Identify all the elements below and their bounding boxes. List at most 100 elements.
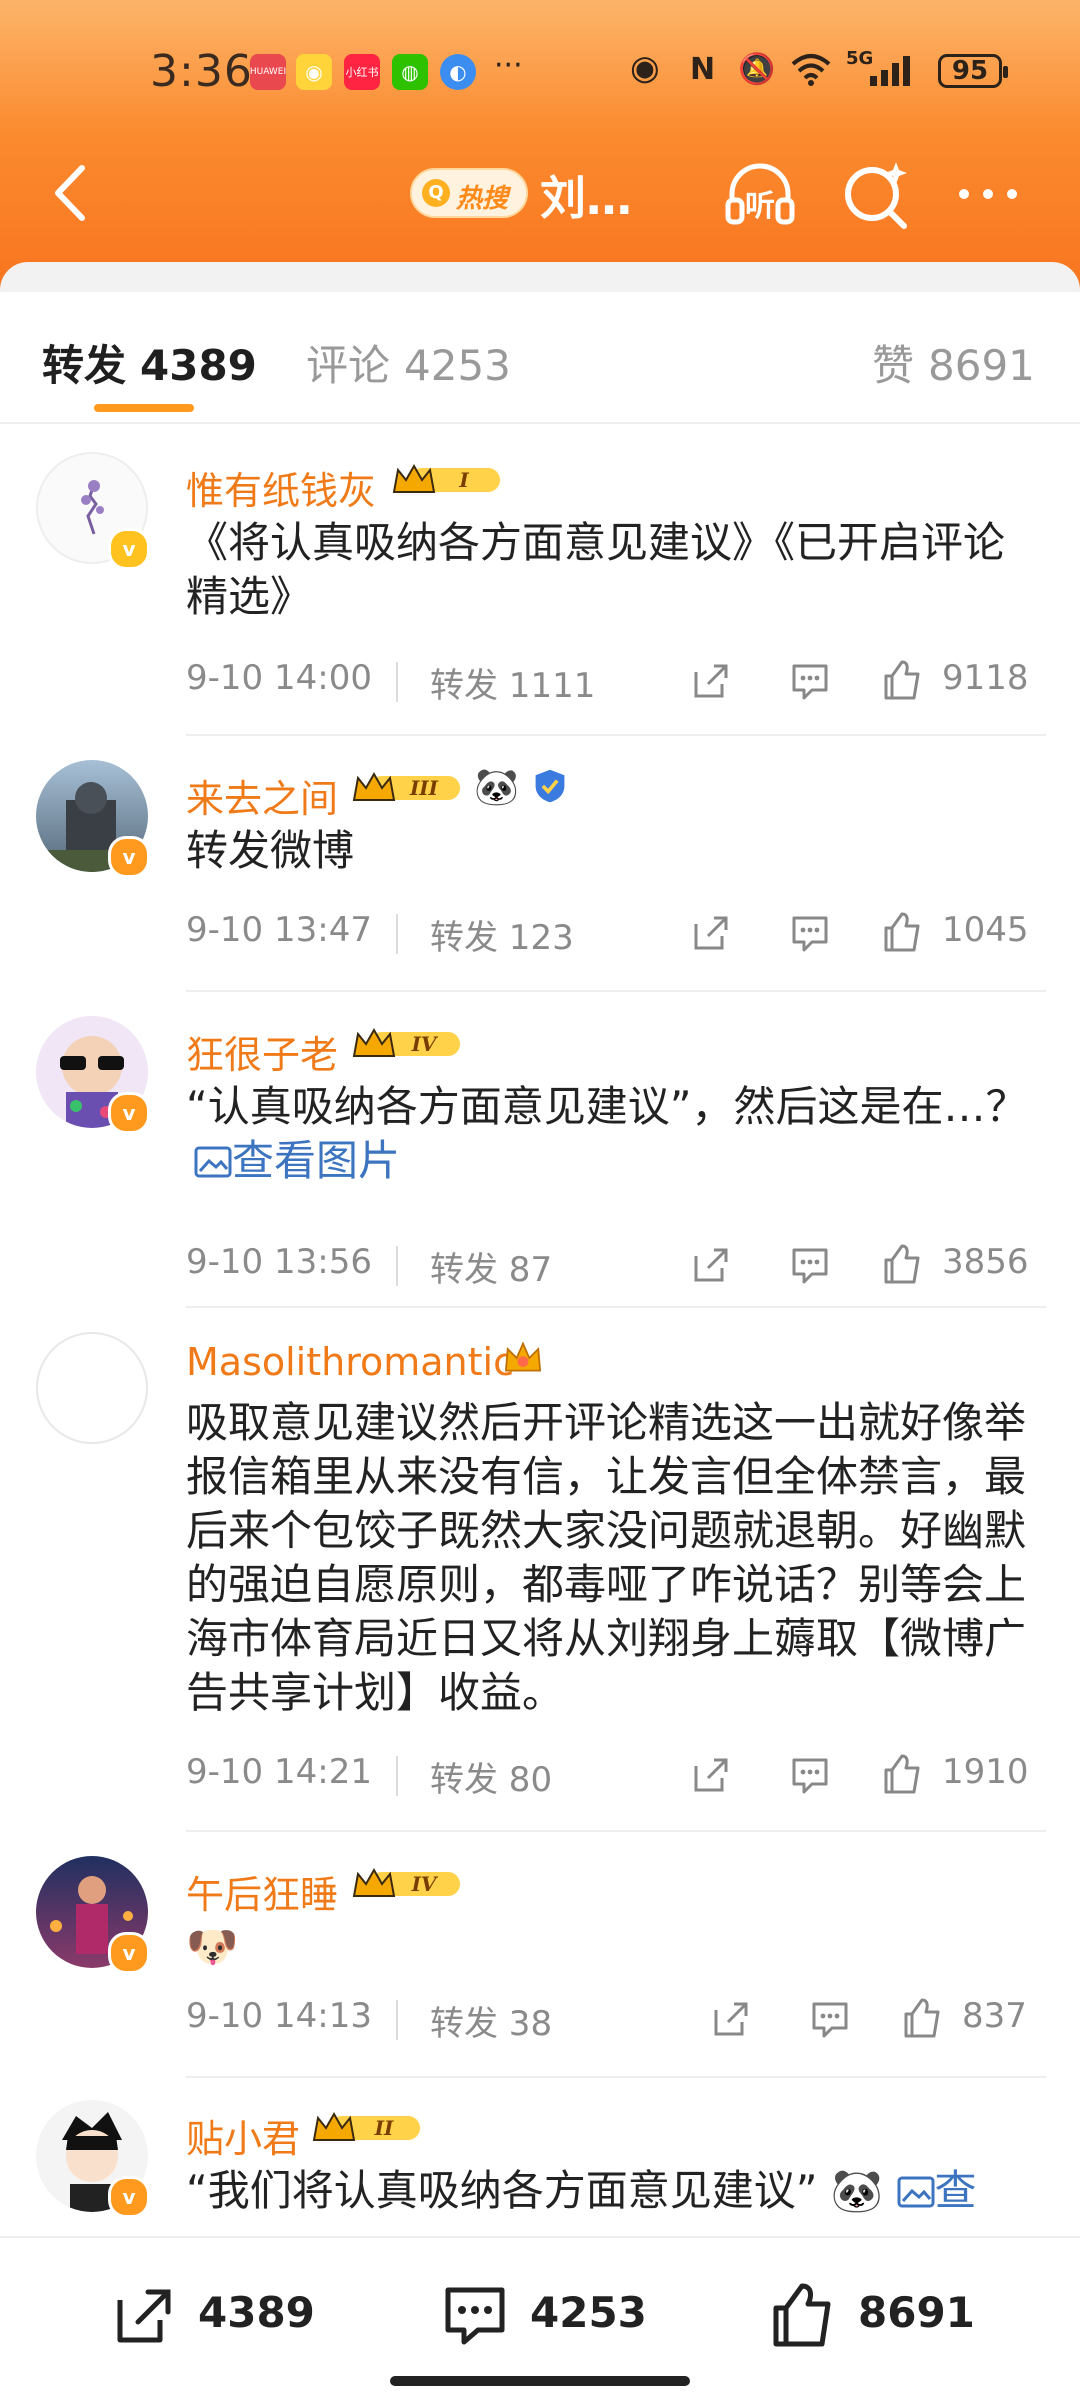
member-level: IV xyxy=(411,1872,439,1896)
more-notifications: ··· xyxy=(494,48,523,83)
meta-separator xyxy=(396,1756,398,1796)
meta-separator xyxy=(396,662,398,702)
tab-comment-count: 4253 xyxy=(404,341,511,390)
share-icon[interactable] xyxy=(708,1996,752,2040)
view-image-link[interactable]: 查看图片 xyxy=(194,1136,400,1185)
verified-badge: v xyxy=(108,2176,150,2218)
browser-app-icon: ◐ xyxy=(440,54,476,90)
comment-icon[interactable] xyxy=(788,910,832,954)
crown-badge-icon xyxy=(504,1341,542,1372)
verified-badge: v xyxy=(108,528,150,570)
membership-crown-badge: IV xyxy=(352,1867,460,1897)
headphones-listen-icon[interactable]: 听 xyxy=(722,156,798,232)
xiaohongshu-app-icon: 小红书 xyxy=(344,54,380,90)
meta-separator xyxy=(396,914,398,954)
repost-date: 9-10 13:56 xyxy=(186,1242,372,1282)
listen-label: 听 xyxy=(745,189,775,224)
repost-text: 转发微博 xyxy=(186,826,355,875)
repost-forward-count: 转发 123 xyxy=(430,918,574,958)
divider xyxy=(186,990,1046,992)
mute-icon: 🔕 xyxy=(738,52,776,87)
repost-date: 9-10 14:13 xyxy=(186,1996,372,2036)
image-icon xyxy=(194,1146,232,1178)
tab-comment[interactable]: 评论 4253 xyxy=(306,332,511,393)
repost-meta: 9-10 14:00 转发 1111 9118 xyxy=(186,658,1046,708)
search-small-icon: Q xyxy=(422,179,450,207)
comment-icon[interactable] xyxy=(788,658,832,702)
username[interactable]: Masolithromantic xyxy=(186,1340,514,1384)
like-count: 1910 xyxy=(942,1752,1029,1792)
repost-forward-count: 转发 80 xyxy=(430,1760,553,1800)
repost-item[interactable]: v 贴小君 II “我们将认真吸纳各方面意见建议” 🐼 查 xyxy=(0,2100,1080,2236)
repost-text: “认真吸纳各方面意见建议”，然后这是在…？ xyxy=(186,1082,1028,1131)
repost-text-block: “我们将认真吸纳各方面意见建议” 🐼 查 xyxy=(186,2164,1046,2218)
membership-crown-badge: II xyxy=(312,2111,420,2141)
membership-crown-badge: I xyxy=(392,463,500,493)
comment-icon[interactable] xyxy=(788,1242,832,1286)
battery-indicator: 95 xyxy=(938,54,1008,88)
repost-date: 9-10 14:00 xyxy=(186,658,372,698)
view-image-link[interactable]: 查 xyxy=(897,2166,977,2215)
membership-crown-badge: III xyxy=(352,771,460,801)
comment-icon[interactable] xyxy=(788,1752,832,1796)
like-icon[interactable] xyxy=(880,910,924,954)
avatar[interactable] xyxy=(36,1332,148,1444)
member-level: II xyxy=(374,2116,394,2140)
repost-text-block: “认真吸纳各方面意见建议”，然后这是在…？ 查看图片 xyxy=(186,1080,1046,1188)
like-icon[interactable] xyxy=(880,1752,924,1796)
verified-badge: v xyxy=(108,1092,150,1134)
like-total[interactable]: 8691 xyxy=(858,2288,975,2337)
repost-total[interactable]: 4389 xyxy=(198,2288,315,2337)
comment-total[interactable]: 4253 xyxy=(530,2288,647,2337)
like-count: 1045 xyxy=(942,910,1029,950)
username[interactable]: 狂很子老 xyxy=(186,1024,338,1079)
hot-search-label: 热搜 xyxy=(456,184,509,214)
username[interactable]: 惟有纸钱灰 xyxy=(186,460,376,515)
repost-icon[interactable] xyxy=(108,2280,178,2350)
tab-repost[interactable]: 转发 4389 xyxy=(42,332,257,393)
image-icon xyxy=(897,2176,935,2208)
nfc-icon: N xyxy=(690,52,716,87)
huawei-app-icon: HUAWEI xyxy=(250,54,286,90)
verified-badge: v xyxy=(108,836,150,878)
repost-forward-count: 转发 1111 xyxy=(430,666,596,706)
status-time: 3:36 xyxy=(150,46,253,97)
share-icon[interactable] xyxy=(688,1752,732,1796)
like-count: 9118 xyxy=(942,658,1029,698)
eye-icon: ◉ xyxy=(630,48,660,88)
username[interactable]: 贴小君 xyxy=(186,2108,300,2163)
search-icon[interactable] xyxy=(838,156,914,232)
username[interactable]: 午后狂睡 xyxy=(186,1864,338,1919)
repost-text: 吸取意见建议然后开评论精选这一出就好像举报信箱里从来没有信，让发言但全体禁言，最… xyxy=(186,1398,1027,1717)
like-icon[interactable] xyxy=(880,1242,924,1286)
tab-like-label: 赞 xyxy=(872,341,915,390)
view-image-label: 查 xyxy=(934,2166,977,2215)
tab-repost-count: 4389 xyxy=(140,341,257,390)
more-icon[interactable] xyxy=(950,156,1026,232)
view-image-label: 查看图片 xyxy=(232,1136,401,1185)
weibo-app-icon: ◉ xyxy=(296,54,332,90)
share-icon[interactable] xyxy=(688,910,732,954)
active-tab-indicator xyxy=(94,404,194,412)
username[interactable]: 来去之间 xyxy=(186,768,338,823)
wechat-app-icon: ◍ xyxy=(392,54,428,90)
like-count: 837 xyxy=(962,1996,1027,2036)
share-icon[interactable] xyxy=(688,658,732,702)
page-title[interactable]: 刘… xyxy=(540,162,632,228)
share-icon[interactable] xyxy=(688,1242,732,1286)
like-icon[interactable] xyxy=(768,2280,838,2350)
back-arrow-icon[interactable] xyxy=(38,158,108,228)
tab-like[interactable]: 赞 8691 xyxy=(872,332,1035,393)
comment-icon[interactable] xyxy=(808,1996,852,2040)
repost-forward-count: 转发 38 xyxy=(430,2004,553,2044)
signal-icon xyxy=(868,54,914,97)
like-icon[interactable] xyxy=(900,1996,944,2040)
repost-date: 9-10 14:21 xyxy=(186,1752,372,1792)
repost-meta: 9-10 14:13 转发 38 837 xyxy=(186,1996,1046,2046)
meta-separator xyxy=(396,1246,398,1286)
like-icon[interactable] xyxy=(880,658,924,702)
comment-icon[interactable] xyxy=(440,2280,510,2350)
verified-badge: v xyxy=(108,1932,150,1974)
hot-search-badge[interactable]: Q 热搜 xyxy=(410,168,528,218)
repost-meta: 9-10 13:47 转发 123 1045 xyxy=(186,910,1046,960)
